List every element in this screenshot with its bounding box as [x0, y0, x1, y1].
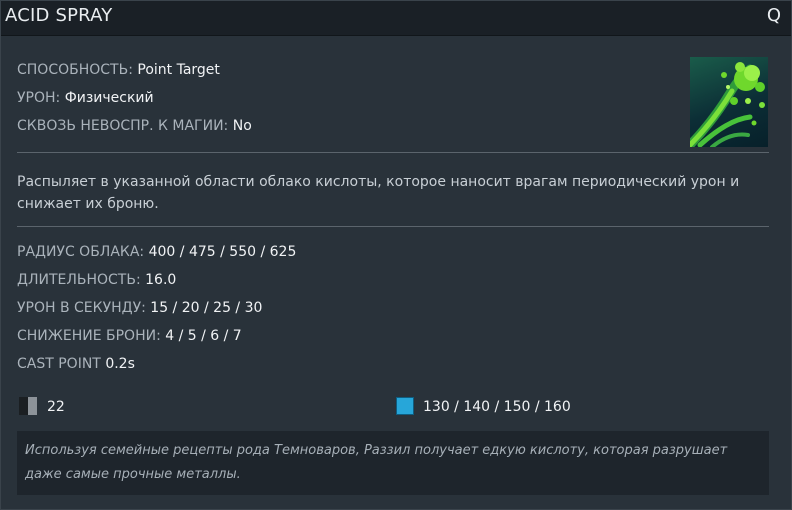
- ability-name: ACID SPRAY: [5, 5, 113, 26]
- lore-text: Используя семейные рецепты рода Темновар…: [25, 443, 728, 482]
- stat-cloud-radius: РАДИУС ОБЛАКА: 400 / 475 / 550 / 625: [17, 244, 296, 260]
- stat-value: 4 / 5 / 6 / 7: [165, 328, 242, 344]
- mana-cost-value: 130 / 140 / 150 / 160: [423, 399, 571, 415]
- damage-type-label: УРОН:: [17, 90, 61, 106]
- stat-label: ДЛИТЕЛЬНОСТЬ:: [17, 272, 141, 288]
- damage-type-row: УРОН: Физический: [17, 90, 154, 106]
- ability-description: Распыляет в указанной области облако кис…: [17, 174, 740, 212]
- stat-value: 16.0: [145, 272, 177, 288]
- ability-tooltip: ACID SPRAY Q СПОСОБНОСТЬ: Point Target У…: [0, 0, 792, 510]
- ability-type-label: СПОСОБНОСТЬ:: [17, 62, 133, 78]
- lore-box: Используя семейные рецепты рода Темновар…: [17, 431, 769, 495]
- divider-top: [17, 152, 769, 153]
- stat-label: УРОН В СЕКУНДУ:: [17, 300, 146, 316]
- stat-armor-reduction: СНИЖЕНИЕ БРОНИ: 4 / 5 / 6 / 7: [17, 328, 242, 344]
- stat-damage-per-second: УРОН В СЕКУНДУ: 15 / 20 / 25 / 30: [17, 300, 262, 316]
- stat-label: CAST POINT: [17, 356, 101, 372]
- ability-hotkey: Q: [766, 5, 781, 26]
- divider-stats: [17, 226, 769, 227]
- spell-immunity-value: No: [232, 118, 252, 134]
- stat-duration: ДЛИТЕЛЬНОСТЬ: 16.0: [17, 272, 176, 288]
- spell-immunity-row: СКВОЗЬ НЕВОСПР. К МАГИИ: No: [17, 118, 252, 134]
- stat-value: 400 / 475 / 550 / 625: [148, 244, 297, 260]
- spell-immunity-label: СКВОЗЬ НЕВОСПР. К МАГИИ:: [17, 118, 229, 134]
- stat-value: 15 / 20 / 25 / 30: [150, 300, 263, 316]
- ability-type-row: СПОСОБНОСТЬ: Point Target: [17, 62, 220, 78]
- cooldown-value: 22: [47, 399, 65, 415]
- acid-spray-ability-icon: [690, 57, 768, 147]
- stat-label: СНИЖЕНИЕ БРОНИ:: [17, 328, 161, 344]
- stat-cast-point: CAST POINT 0.2s: [17, 356, 135, 372]
- tooltip-header: ACID SPRAY Q: [1, 1, 791, 36]
- stat-label: РАДИУС ОБЛАКА:: [17, 244, 145, 260]
- ability-type-value: Point Target: [137, 62, 220, 78]
- stat-value: 0.2s: [105, 356, 135, 372]
- damage-type-value: Физический: [64, 90, 154, 106]
- mana-icon: [396, 397, 414, 415]
- cooldown-icon: [19, 397, 37, 415]
